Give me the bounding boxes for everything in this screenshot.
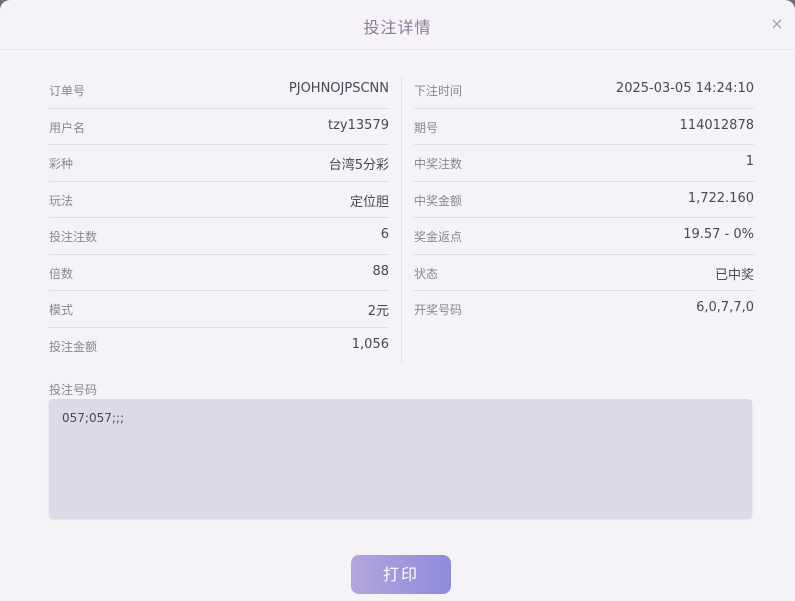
detail-label: 订单号 xyxy=(49,84,86,98)
detail-label: 用户名 xyxy=(49,120,86,135)
detail-value: 1 xyxy=(745,154,754,169)
detail-value: 1,056 xyxy=(351,336,389,352)
close-icon[interactable]: × xyxy=(767,14,787,34)
detail-value: 114012878 xyxy=(679,117,754,133)
detail-label: 投注注数 xyxy=(49,230,98,244)
detail-row-play-type: 玩法 定位胆 xyxy=(49,182,389,218)
detail-value: 19.57 - 0% xyxy=(683,227,754,242)
bet-numbers-label: 投注号码 xyxy=(49,383,98,397)
detail-row-status: 状态 已中奖 xyxy=(414,255,754,291)
detail-value: 台湾5分彩 xyxy=(328,158,389,173)
detail-label: 下注时间 xyxy=(414,84,463,98)
detail-label: 中奖金额 xyxy=(414,193,463,208)
detail-row-rebate: 奖金返点 19.57 - 0% xyxy=(414,218,754,255)
detail-value: 2025-03-05 14:24:10 xyxy=(615,81,754,96)
dialog-header: 投注详情 × xyxy=(0,0,795,50)
detail-value: 2元 xyxy=(367,304,389,319)
detail-row-bet-count: 投注注数 6 xyxy=(49,218,389,255)
detail-row-bet-time: 下注时间 2025-03-05 14:24:10 xyxy=(414,72,754,109)
bet-numbers-box: 057;057;;; xyxy=(49,399,752,517)
detail-value: tzy13579 xyxy=(328,117,389,133)
detail-label: 模式 xyxy=(49,303,74,317)
detail-row-winning-amount: 中奖金额 1,722.160 xyxy=(414,182,754,218)
print-button[interactable]: 打印 xyxy=(351,555,451,594)
detail-value: 6 xyxy=(380,227,389,242)
detail-value: 定位胆 xyxy=(349,194,389,210)
details-left-column: 订单号 PJOHNOJPSCNN 用户名 tzy13579 彩种 台湾5分彩 玩… xyxy=(49,72,389,364)
detail-value: 已中奖 xyxy=(714,267,754,283)
detail-label: 期号 xyxy=(414,120,439,135)
detail-row-issue-number: 期号 114012878 xyxy=(414,109,754,145)
column-divider xyxy=(401,76,402,364)
detail-value: 88 xyxy=(372,263,389,279)
detail-row-username: 用户名 tzy13579 xyxy=(49,109,389,145)
detail-row-winning-count: 中奖注数 1 xyxy=(414,145,754,182)
detail-label: 开奖号码 xyxy=(414,303,463,317)
detail-label: 倍数 xyxy=(49,266,74,281)
bet-details-dialog: 投注详情 × 订单号 PJOHNOJPSCNN 用户名 tzy13579 彩种 … xyxy=(0,0,795,601)
detail-row-order-id: 订单号 PJOHNOJPSCNN xyxy=(49,72,389,109)
bet-numbers-value: 057;057;;; xyxy=(62,411,124,425)
detail-value: 1,722.160 xyxy=(687,190,754,206)
detail-label: 奖金返点 xyxy=(414,230,463,244)
detail-label: 彩种 xyxy=(49,157,74,171)
detail-label: 中奖注数 xyxy=(414,157,463,171)
dialog-title: 投注详情 xyxy=(363,18,432,37)
detail-row-mode: 模式 2元 xyxy=(49,291,389,328)
detail-label: 投注金额 xyxy=(49,339,98,354)
detail-row-draw-numbers: 开奖号码 6,0,7,7,0 xyxy=(414,291,754,328)
detail-row-bet-amount: 投注金额 1,056 xyxy=(49,328,389,365)
detail-row-multiplier: 倍数 88 xyxy=(49,255,389,291)
details-right-column: 下注时间 2025-03-05 14:24:10 期号 114012878 中奖… xyxy=(414,72,754,328)
detail-label: 状态 xyxy=(414,266,439,281)
detail-row-lottery-type: 彩种 台湾5分彩 xyxy=(49,145,389,182)
detail-value: 6,0,7,7,0 xyxy=(696,300,754,315)
detail-label: 玩法 xyxy=(49,193,74,208)
detail-value: PJOHNOJPSCNN xyxy=(288,81,389,96)
